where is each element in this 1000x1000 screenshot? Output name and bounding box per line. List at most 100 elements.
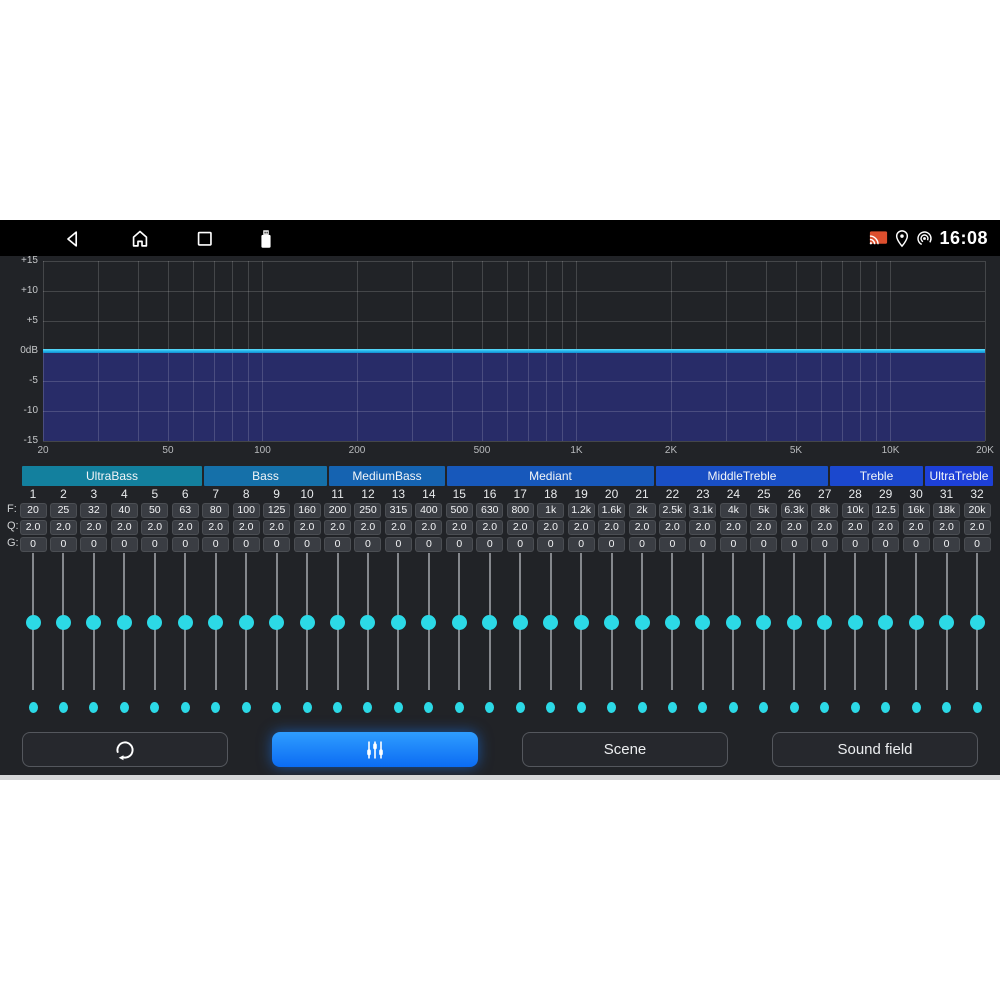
slider-knob[interactable]: [26, 615, 41, 630]
freq-chip[interactable]: 315: [385, 503, 412, 518]
freq-chip[interactable]: 125: [263, 503, 290, 518]
gain-chip[interactable]: 0: [537, 537, 564, 552]
q-chip[interactable]: 2.0: [689, 520, 716, 535]
freq-chip[interactable]: 800: [507, 503, 534, 518]
freq-chip[interactable]: 1k: [537, 503, 564, 518]
gain-chip[interactable]: 0: [20, 537, 47, 552]
slider-knob[interactable]: [452, 615, 467, 630]
q-chip[interactable]: 2.0: [172, 520, 199, 535]
gain-chip[interactable]: 0: [781, 537, 808, 552]
freq-chip[interactable]: 2k: [629, 503, 656, 518]
slider-knob[interactable]: [482, 615, 497, 630]
q-chip[interactable]: 2.0: [324, 520, 351, 535]
slider-knob[interactable]: [208, 615, 223, 630]
slider-knob[interactable]: [86, 615, 101, 630]
q-chip[interactable]: 2.0: [964, 520, 991, 535]
slider-knob[interactable]: [360, 615, 375, 630]
freq-chip[interactable]: 25: [50, 503, 77, 518]
q-chip[interactable]: 2.0: [903, 520, 930, 535]
freq-chip[interactable]: 5k: [750, 503, 777, 518]
slider-knob[interactable]: [574, 615, 589, 630]
scene-button[interactable]: Scene: [522, 732, 728, 767]
gain-chip[interactable]: 0: [903, 537, 930, 552]
slider-knob[interactable]: [239, 615, 254, 630]
band-group-middletreble[interactable]: MiddleTreble: [656, 466, 828, 486]
q-chip[interactable]: 2.0: [933, 520, 960, 535]
q-chip[interactable]: 2.0: [872, 520, 899, 535]
q-chip[interactable]: 2.0: [720, 520, 747, 535]
slider-knob[interactable]: [391, 615, 406, 630]
q-chip[interactable]: 2.0: [476, 520, 503, 535]
band-group-treble[interactable]: Treble: [830, 466, 923, 486]
slider-knob[interactable]: [330, 615, 345, 630]
q-chip[interactable]: 2.0: [233, 520, 260, 535]
freq-chip[interactable]: 6.3k: [781, 503, 808, 518]
freq-chip[interactable]: 32: [80, 503, 107, 518]
freq-chip[interactable]: 10k: [842, 503, 869, 518]
slider-knob[interactable]: [147, 615, 162, 630]
gain-chip[interactable]: 0: [629, 537, 656, 552]
freq-chip[interactable]: 3.1k: [689, 503, 716, 518]
gain-chip[interactable]: 0: [476, 537, 503, 552]
q-chip[interactable]: 2.0: [50, 520, 77, 535]
slider-knob[interactable]: [56, 615, 71, 630]
gain-chip[interactable]: 0: [872, 537, 899, 552]
q-chip[interactable]: 2.0: [446, 520, 473, 535]
gain-chip[interactable]: 0: [689, 537, 716, 552]
slider-knob[interactable]: [878, 615, 893, 630]
gain-chip[interactable]: 0: [141, 537, 168, 552]
q-chip[interactable]: 2.0: [263, 520, 290, 535]
slider-knob[interactable]: [421, 615, 436, 630]
q-chip[interactable]: 2.0: [20, 520, 47, 535]
q-chip[interactable]: 2.0: [507, 520, 534, 535]
q-chip[interactable]: 2.0: [598, 520, 625, 535]
slider-knob[interactable]: [543, 615, 558, 630]
freq-chip[interactable]: 200: [324, 503, 351, 518]
freq-chip[interactable]: 630: [476, 503, 503, 518]
band-group-mediumbass[interactable]: MediumBass: [329, 466, 445, 486]
slider-knob[interactable]: [665, 615, 680, 630]
slider-knob[interactable]: [300, 615, 315, 630]
freq-chip[interactable]: 160: [294, 503, 321, 518]
q-chip[interactable]: 2.0: [141, 520, 168, 535]
freq-chip[interactable]: 80: [202, 503, 229, 518]
freq-chip[interactable]: 12.5: [872, 503, 899, 518]
freq-chip[interactable]: 63: [172, 503, 199, 518]
sound-field-button[interactable]: Sound field: [772, 732, 978, 767]
gain-chip[interactable]: 0: [842, 537, 869, 552]
q-chip[interactable]: 2.0: [111, 520, 138, 535]
eq-button[interactable]: [272, 732, 478, 767]
gain-chip[interactable]: 0: [415, 537, 442, 552]
freq-chip[interactable]: 500: [446, 503, 473, 518]
freq-chip[interactable]: 400: [415, 503, 442, 518]
gain-chip[interactable]: 0: [811, 537, 838, 552]
band-group-ultratreble[interactable]: UltraTreble: [925, 466, 993, 486]
freq-chip[interactable]: 40: [111, 503, 138, 518]
gain-chip[interactable]: 0: [233, 537, 260, 552]
q-chip[interactable]: 2.0: [568, 520, 595, 535]
gain-chip[interactable]: 0: [507, 537, 534, 552]
gain-chip[interactable]: 0: [385, 537, 412, 552]
gain-chip[interactable]: 0: [50, 537, 77, 552]
q-chip[interactable]: 2.0: [537, 520, 564, 535]
slider-knob[interactable]: [787, 615, 802, 630]
slider-knob[interactable]: [726, 615, 741, 630]
q-chip[interactable]: 2.0: [659, 520, 686, 535]
gain-chip[interactable]: 0: [172, 537, 199, 552]
gain-chip[interactable]: 0: [750, 537, 777, 552]
slider-knob[interactable]: [970, 615, 985, 630]
freq-chip[interactable]: 4k: [720, 503, 747, 518]
slider-knob[interactable]: [909, 615, 924, 630]
gain-chip[interactable]: 0: [354, 537, 381, 552]
home-icon[interactable]: [129, 228, 151, 250]
freq-chip[interactable]: 18k: [933, 503, 960, 518]
q-chip[interactable]: 2.0: [385, 520, 412, 535]
band-group-bass[interactable]: Bass: [204, 466, 327, 486]
q-chip[interactable]: 2.0: [294, 520, 321, 535]
gain-chip[interactable]: 0: [659, 537, 686, 552]
freq-chip[interactable]: 20k: [964, 503, 991, 518]
gain-chip[interactable]: 0: [933, 537, 960, 552]
freq-chip[interactable]: 50: [141, 503, 168, 518]
freq-chip[interactable]: 1.6k: [598, 503, 625, 518]
slider-knob[interactable]: [635, 615, 650, 630]
